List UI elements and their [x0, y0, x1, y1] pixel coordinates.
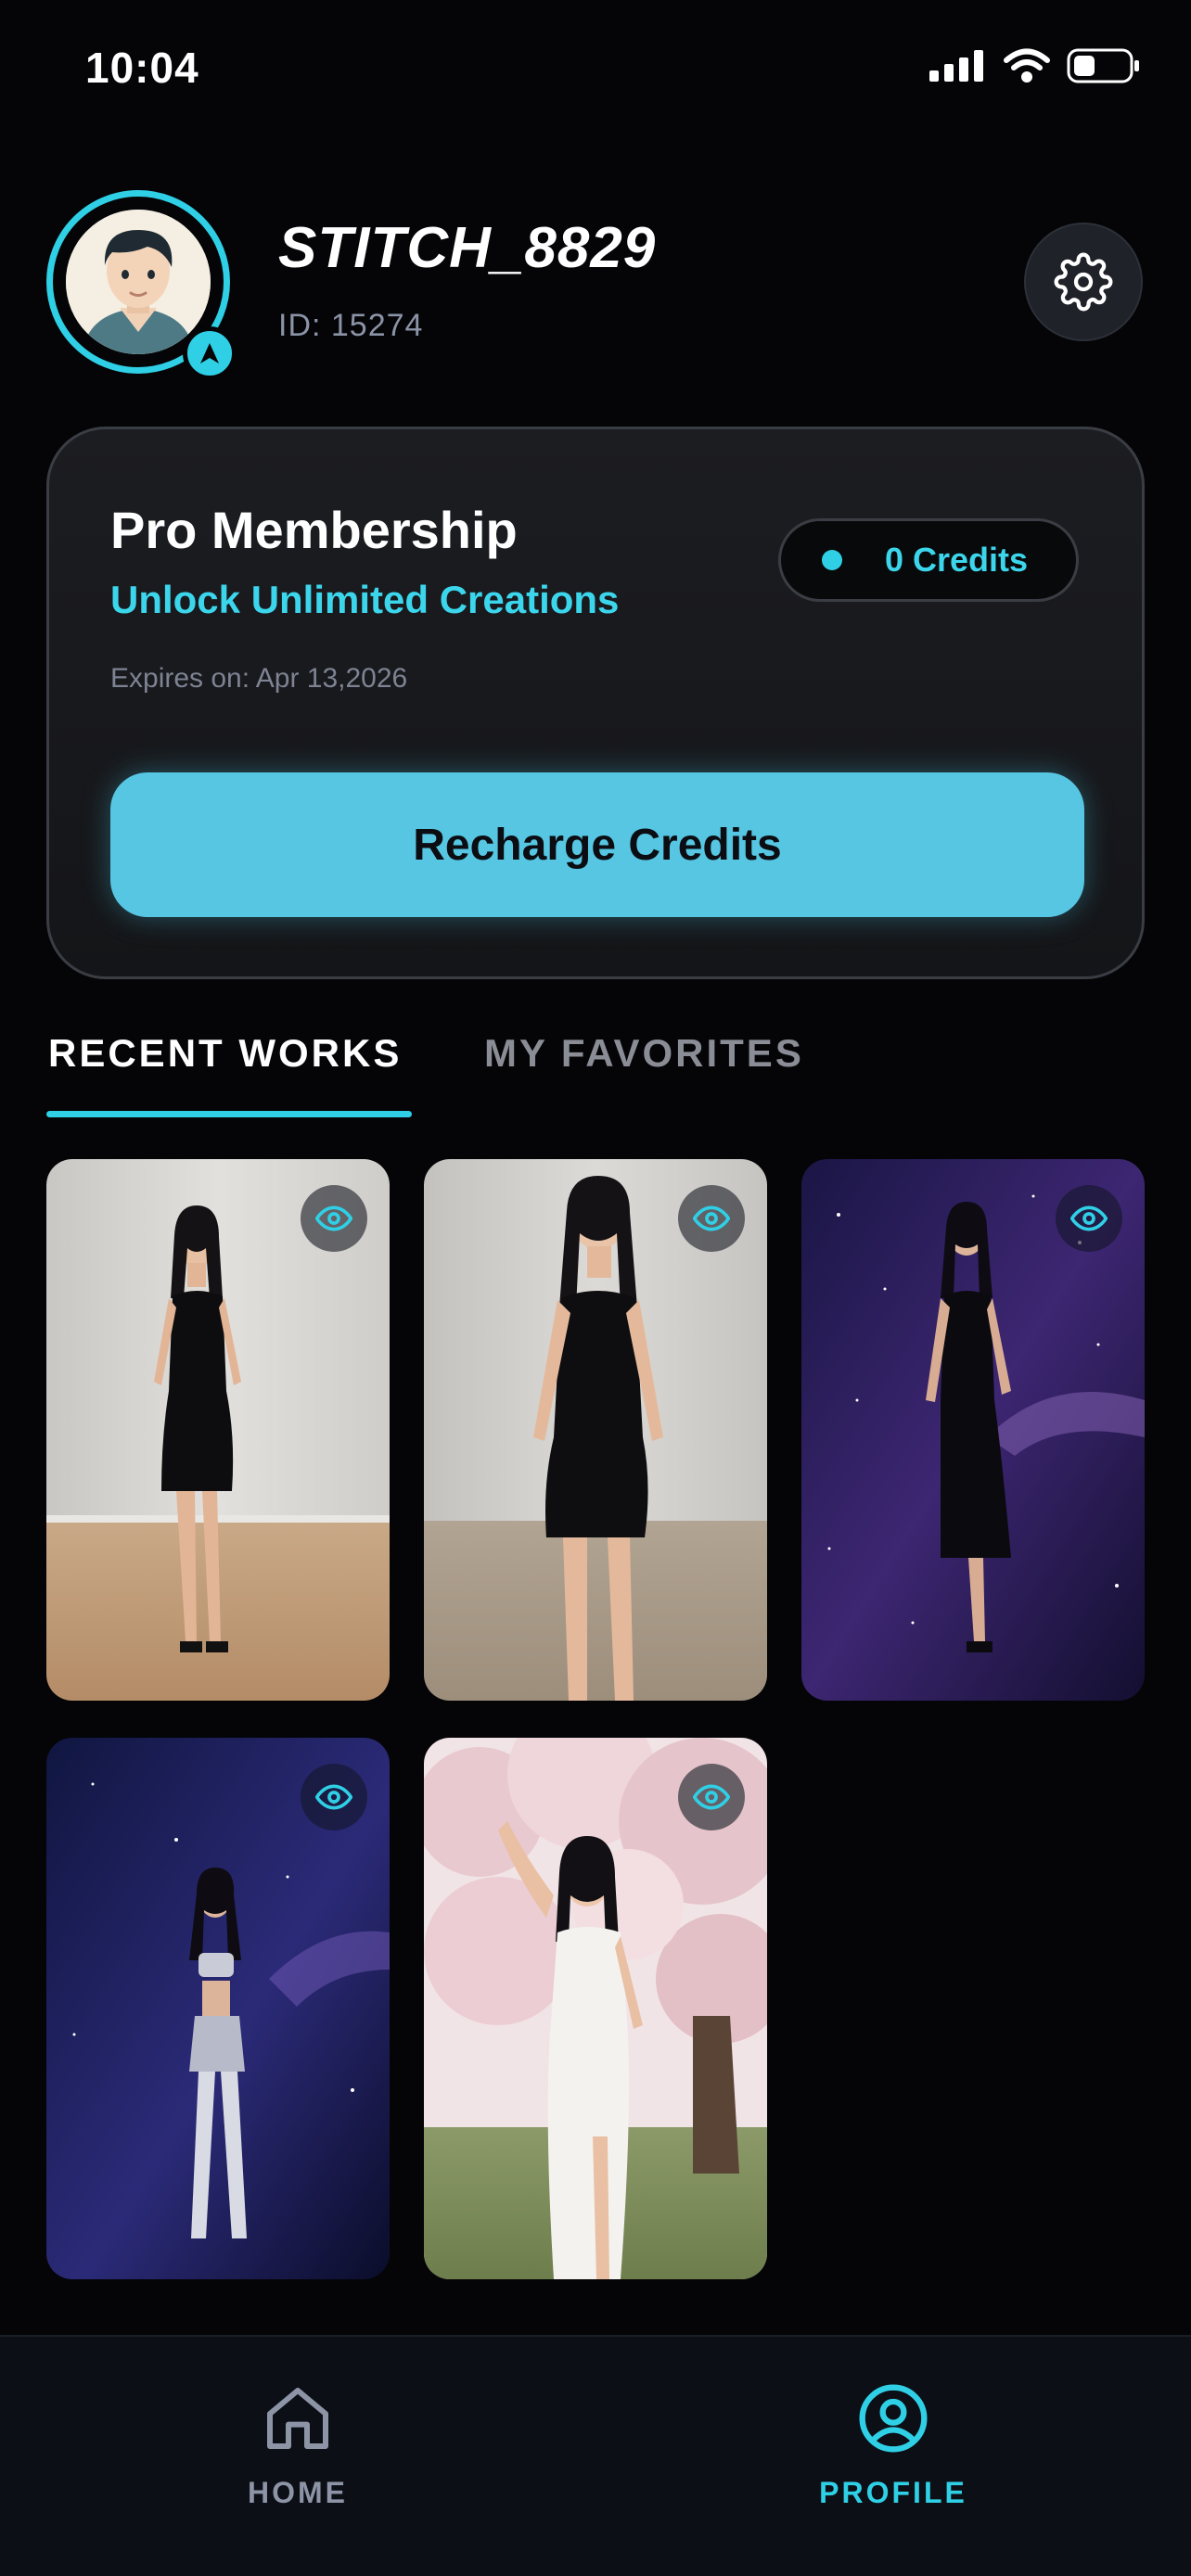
work-thumbnail[interactable] [424, 1738, 767, 2279]
eye-icon [693, 1784, 730, 1810]
signal-icon [929, 50, 983, 82]
username: STITCH_8829 [278, 216, 657, 280]
membership-subtitle: Unlock Unlimited Creations [110, 578, 620, 621]
tab-recent-works[interactable]: RECENT WORKS [48, 1031, 402, 1076]
gear-icon [1054, 252, 1113, 312]
bottom-nav: HOME PROFILE [0, 2335, 1191, 2576]
status-time: 10:04 [85, 44, 199, 92]
view-button[interactable] [301, 1185, 367, 1252]
wifi-icon [1004, 48, 1050, 83]
nav-home-label: HOME [248, 2476, 348, 2509]
credits-dot-icon [822, 550, 842, 570]
work-thumbnail[interactable] [801, 1159, 1145, 1701]
view-button[interactable] [678, 1764, 745, 1830]
membership-card: Pro Membership Unlock Unlimited Creation… [46, 427, 1145, 979]
nav-home[interactable]: HOME [186, 2381, 409, 2510]
tab-my-favorites[interactable]: MY FAVORITES [484, 1031, 804, 1076]
work-thumbnail[interactable] [46, 1738, 390, 2279]
status-icons [929, 48, 1141, 83]
eye-icon [1070, 1205, 1108, 1231]
membership-expiry: Expires on: Apr 13,2026 [110, 663, 408, 694]
view-button[interactable] [1056, 1185, 1122, 1252]
view-button[interactable] [678, 1185, 745, 1252]
work-thumbnail[interactable] [424, 1159, 767, 1701]
eye-icon [315, 1205, 352, 1231]
recharge-credits-button[interactable]: Recharge Credits [110, 772, 1084, 917]
eye-icon [693, 1205, 730, 1231]
nav-profile-label: PROFILE [819, 2476, 967, 2509]
active-tab-indicator [46, 1111, 412, 1117]
view-button[interactable] [301, 1764, 367, 1830]
battery-icon [1067, 48, 1139, 83]
nav-profile[interactable]: PROFILE [782, 2381, 1005, 2510]
profile-screen: 10:04 STITCH_8829 ID: 15274 Pro Membersh… [0, 0, 1191, 2576]
credits-count: 0 Credits [885, 541, 1029, 579]
work-thumbnail[interactable] [46, 1159, 390, 1701]
home-icon [267, 2388, 328, 2449]
settings-button[interactable] [1024, 223, 1143, 341]
location-badge-icon [183, 326, 237, 380]
avatar-image [66, 210, 211, 354]
membership-title: Pro Membership [110, 501, 518, 559]
eye-icon [315, 1784, 352, 1810]
credits-badge: 0 Credits [778, 518, 1079, 602]
user-id: ID: 15274 [278, 308, 424, 343]
user-circle-icon [859, 2384, 928, 2453]
